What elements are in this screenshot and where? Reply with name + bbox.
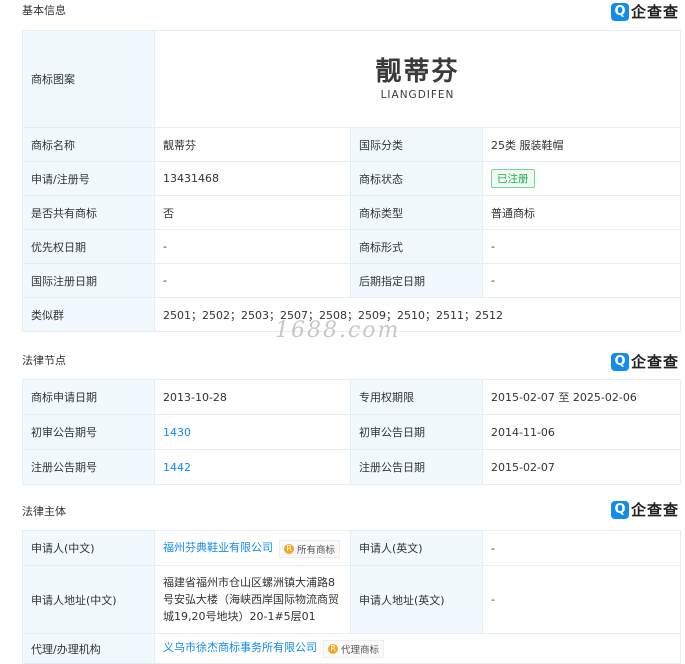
value-reg-gazette-no: 1442 (154, 449, 351, 485)
qichacha-logo-icon: Q (610, 2, 629, 21)
label-reg-number: 申请/注册号 (22, 161, 155, 196)
value-exclusive-right-period: 2015-02-07 至 2025-02-06 (482, 379, 681, 415)
table-row: 初审公告期号 1430 初审公告日期 2014-11-06 (22, 414, 681, 450)
brand-name: 企查查 (630, 353, 679, 371)
agent-trademarks-tag[interactable]: R 代理商标 (323, 640, 385, 658)
agent-link[interactable]: 义乌市徐杰商标事务所有限公司 (163, 641, 317, 654)
value-trademark-status-cell: 已注册 (482, 161, 681, 196)
prelim-gazette-link[interactable]: 1430 (163, 426, 191, 439)
label-applicant-cn: 申请人(中文) (22, 530, 155, 566)
section-title-legal-subject: 法律主体 (22, 505, 66, 518)
table-row: 代理/办理机构 义乌市徐杰商标事务所有限公司 R 代理商标 (22, 633, 681, 664)
trademark-r-icon: R (328, 644, 338, 654)
label-intl-class: 国际分类 (350, 127, 483, 162)
label-trademark-type: 商标类型 (350, 195, 483, 230)
brand-name: 企查查 (630, 3, 679, 21)
agent-trademarks-label: 代理商标 (341, 645, 380, 656)
legal-nodes-table: 商标申请日期 2013-10-28 专用权期限 2015-02-07 至 202… (22, 379, 681, 485)
label-application-date: 商标申请日期 (22, 379, 155, 415)
trademark-logo[interactable]: 靓蒂芬 LIANGDIFEN (163, 57, 672, 101)
applicant-link[interactable]: 福州芬典鞋业有限公司 (163, 541, 273, 554)
all-trademarks-tag[interactable]: R 所有商标 (279, 539, 341, 558)
label-prelim-gazette-date: 初审公告日期 (350, 414, 483, 450)
label-address-cn: 申请人地址(中文) (22, 565, 155, 634)
value-prelim-gazette-date: 2014-11-06 (482, 414, 681, 450)
value-prelim-gazette-no: 1430 (154, 414, 351, 450)
qichacha-brand[interactable]: Q 企查查 (610, 351, 679, 372)
value-applicant-en: - (482, 530, 681, 566)
value-trademark-form: - (482, 229, 681, 264)
watermark: 1688.com (275, 318, 401, 343)
label-priority-date: 优先权日期 (22, 229, 155, 264)
value-address-cn: 福建省福州市仓山区螺洲镇大浦路8号安弘大楼（海峡西岸国际物流商贸城19,20号地… (154, 565, 351, 634)
qichacha-logo-icon: Q (610, 500, 629, 519)
section-title-basic-info: 基本信息 (22, 4, 66, 17)
table-row: 商标申请日期 2013-10-28 专用权期限 2015-02-07 至 202… (22, 379, 681, 415)
trademark-image-cell: 靓蒂芬 LIANGDIFEN (154, 30, 681, 128)
label-applicant-en: 申请人(英文) (350, 530, 483, 566)
value-intl-class: 25类 服装鞋帽 (482, 127, 681, 162)
value-similar-group: 2501；2502；2503；2507；2508；2509；2510；2511；… (154, 297, 681, 332)
label-address-en: 申请人地址(英文) (350, 565, 483, 634)
label-shared-trademark: 是否共有商标 (22, 195, 155, 230)
all-trademarks-label: 所有商标 (297, 544, 336, 556)
value-application-date: 2013-10-28 (154, 379, 351, 415)
value-reg-number: 13431468 (154, 161, 351, 196)
qichacha-brand[interactable]: Q 企查查 (610, 499, 679, 520)
trademark-logo-cn: 靓蒂芬 (375, 57, 460, 87)
label-trademark-status: 商标状态 (350, 161, 483, 196)
qichacha-brand[interactable]: Q 企查查 (610, 1, 679, 22)
table-row: 优先权日期 - 商标形式 - (22, 229, 681, 264)
label-trademark-form: 商标形式 (350, 229, 483, 264)
label-exclusive-right-period: 专用权期限 (350, 379, 483, 415)
legal-subject-table: 申请人(中文) 福州芬典鞋业有限公司 R 所有商标 申请人(英文) - 申请人地址(… (22, 530, 681, 664)
label-reg-gazette-date: 注册公告日期 (350, 449, 483, 485)
value-shared-trademark: 否 (154, 195, 351, 230)
value-trademark-type: 普通商标 (482, 195, 681, 230)
value-applicant-cn: 福州芬典鞋业有限公司 R 所有商标 (154, 530, 351, 566)
table-row: 注册公告期号 1442 注册公告日期 2015-02-07 (22, 449, 681, 485)
section-title-legal-nodes: 法律节点 (22, 354, 66, 367)
brand-name: 企查查 (630, 501, 679, 519)
status-badge: 已注册 (491, 169, 535, 188)
value-address-en: - (482, 565, 681, 634)
table-row: 商标名称 靓蒂芬 国际分类 25类 服装鞋帽 (22, 127, 681, 162)
label-reg-gazette-no: 注册公告期号 (22, 449, 155, 485)
label-prelim-gazette-no: 初审公告期号 (22, 414, 155, 450)
reg-gazette-link[interactable]: 1442 (163, 461, 191, 474)
label-later-designation-date: 后期指定日期 (350, 263, 483, 298)
value-priority-date: - (154, 229, 351, 264)
trademark-r-icon: R (284, 543, 294, 554)
table-row: 国际注册日期 - 后期指定日期 - (22, 263, 681, 298)
value-later-designation-date: - (482, 263, 681, 298)
table-row: 商标图案 靓蒂芬 LIANGDIFEN (22, 30, 681, 128)
label-agent: 代理/办理机构 (22, 633, 155, 664)
table-row: 申请人(中文) 福州芬典鞋业有限公司 R 所有商标 申请人(英文) - (22, 530, 681, 566)
label-similar-group: 类似群 (22, 297, 155, 332)
table-row: 是否共有商标 否 商标类型 普通商标 (22, 195, 681, 230)
table-row: 申请人地址(中文) 福建省福州市仓山区螺洲镇大浦路8号安弘大楼（海峡西岸国际物流… (22, 565, 681, 634)
trademark-image-label: 商标图案 (22, 30, 155, 128)
value-agent: 义乌市徐杰商标事务所有限公司 R 代理商标 (154, 633, 681, 664)
trademark-logo-en: LIANGDIFEN (380, 89, 455, 101)
value-reg-gazette-date: 2015-02-07 (482, 449, 681, 485)
qichacha-logo-icon: Q (610, 352, 629, 371)
basic-info-table: 商标图案 靓蒂芬 LIANGDIFEN 商标名称 靓蒂芬 国际分类 25类 服装… (22, 30, 681, 332)
value-intl-reg-date: - (154, 263, 351, 298)
label-trademark-name: 商标名称 (22, 127, 155, 162)
label-intl-reg-date: 国际注册日期 (22, 263, 155, 298)
value-trademark-name: 靓蒂芬 (154, 127, 351, 162)
table-row: 申请/注册号 13431468 商标状态 已注册 (22, 161, 681, 196)
